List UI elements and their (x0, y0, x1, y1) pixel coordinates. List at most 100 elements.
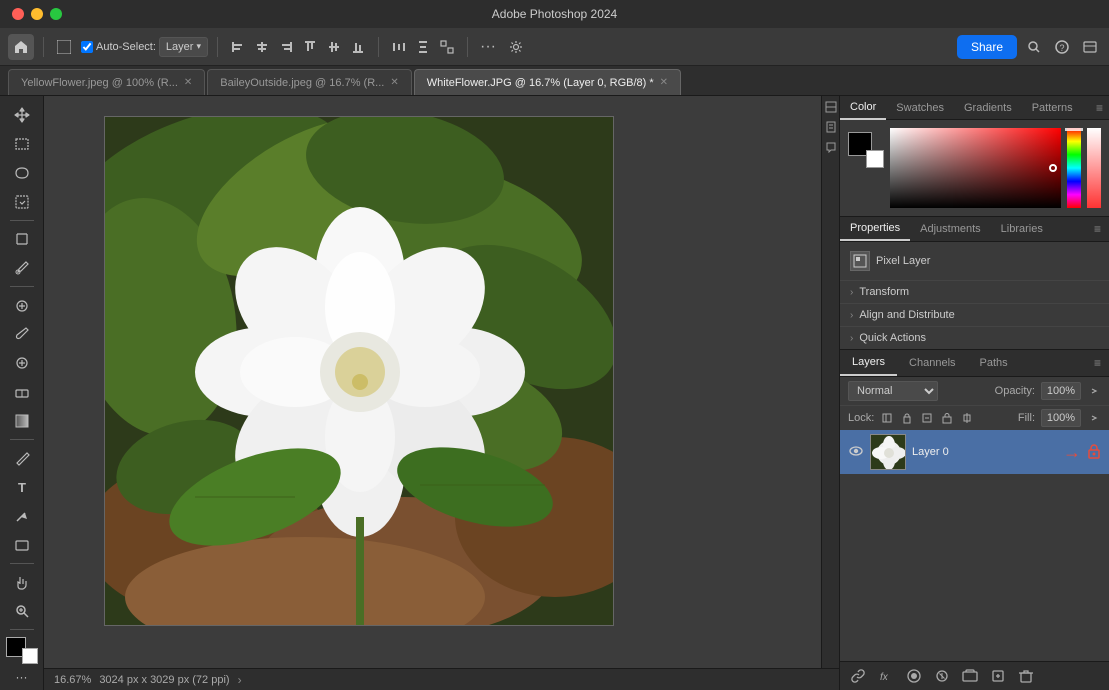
maximize-button[interactable] (50, 8, 62, 20)
fg-bg-color-box[interactable] (6, 637, 38, 664)
tab-yellowflower[interactable]: YellowFlower.jpeg @ 100% (R... ✕ (8, 69, 205, 95)
color-gradient-picker[interactable] (890, 128, 1061, 208)
tab-color[interactable]: Color (840, 96, 886, 120)
background-color[interactable] (22, 648, 38, 664)
layers-menu[interactable]: ≡ (1086, 352, 1109, 374)
group-layers-icon[interactable] (960, 666, 980, 686)
move-tool-icon[interactable] (8, 102, 36, 129)
hue-slider[interactable] (1067, 128, 1081, 208)
dots-more-icon[interactable]: ··· (16, 670, 28, 684)
align-distribute-section[interactable]: › Align and Distribute (840, 303, 1109, 326)
align-top-icon[interactable] (299, 36, 321, 58)
tab-label: YellowFlower.jpeg @ 100% (R... (21, 77, 178, 89)
add-mask-icon[interactable] (904, 666, 924, 686)
link-layers-icon[interactable] (848, 666, 868, 686)
lock-all-icon[interactable] (940, 411, 954, 425)
text-tool-icon[interactable]: T (8, 474, 36, 501)
layer-visibility-icon[interactable] (848, 443, 864, 462)
clone-stamp-tool-icon[interactable] (8, 350, 36, 377)
workspace-icon[interactable] (1079, 36, 1101, 58)
hand-tool-icon[interactable] (8, 569, 36, 596)
canvas-image[interactable] (104, 116, 614, 626)
home-button[interactable] (8, 34, 34, 60)
distribute-v-icon[interactable] (412, 36, 434, 58)
alpha-slider[interactable] (1087, 128, 1101, 208)
distribute-h-icon[interactable] (388, 36, 410, 58)
minimize-button[interactable] (31, 8, 43, 20)
tab-gradients[interactable]: Gradients (954, 97, 1022, 119)
align-center-icon[interactable] (251, 36, 273, 58)
properties-panel-tabs: Properties Adjustments Libraries ≡ (840, 217, 1109, 242)
layers-spacer (840, 474, 1109, 661)
lock-position-icon[interactable] (900, 411, 914, 425)
tab-channels[interactable]: Channels (897, 351, 967, 375)
help-icon[interactable]: ? (1051, 36, 1073, 58)
layer-thumbnail[interactable] (870, 434, 906, 470)
fx-icon[interactable]: fx (876, 666, 896, 686)
transform-section[interactable]: › Transform (840, 280, 1109, 303)
gradient-tool-icon[interactable] (8, 407, 36, 434)
brush-tool-icon[interactable] (8, 321, 36, 348)
align-right-icon[interactable] (275, 36, 297, 58)
lock-extra-icon[interactable] (960, 411, 974, 425)
object-select-tool-icon[interactable] (8, 188, 36, 215)
opacity-stepper-icon[interactable] (1087, 384, 1101, 398)
align-bottom-icon[interactable] (347, 36, 369, 58)
toolbar-right: Share ? (957, 35, 1101, 59)
eyedropper-tool-icon[interactable] (8, 255, 36, 282)
auto-select-checkbox[interactable] (81, 41, 93, 53)
quick-actions-section[interactable]: › Quick Actions (840, 326, 1109, 349)
align-middle-icon[interactable] (323, 36, 345, 58)
pen-tool-icon[interactable] (8, 445, 36, 472)
select-rect-tool-icon[interactable] (8, 131, 36, 158)
arrange-layers-icon[interactable] (824, 100, 838, 114)
settings-icon[interactable] (505, 36, 527, 58)
spot-heal-tool-icon[interactable] (8, 292, 36, 319)
layer-lock-icon[interactable] (1087, 443, 1101, 462)
fill-input[interactable] (1041, 409, 1081, 427)
layer-row[interactable]: Layer 0 → (840, 430, 1109, 474)
tab-properties[interactable]: Properties (840, 217, 910, 241)
tab-whiteflower[interactable]: WhiteFlower.JPG @ 16.7% (Layer 0, RGB/8)… (414, 69, 681, 95)
eraser-tool-icon[interactable] (8, 379, 36, 406)
lock-pixels-icon[interactable] (880, 411, 894, 425)
tab-baileyoutside[interactable]: BaileyOutside.jpeg @ 16.7% (R... ✕ (207, 69, 411, 95)
background-swatch[interactable] (866, 150, 884, 168)
path-select-tool-icon[interactable] (8, 502, 36, 529)
tab-close-icon[interactable]: ✕ (660, 77, 668, 88)
canvas-comment-icon[interactable] (824, 140, 838, 154)
search-icon[interactable] (1023, 36, 1045, 58)
share-button[interactable]: Share (957, 35, 1017, 59)
tab-close-icon[interactable]: ✕ (390, 77, 398, 88)
canvas-area[interactable]: 16.67% 3024 px x 3029 px (72 ppi) › (44, 96, 839, 690)
more-options-icon[interactable]: ··· (477, 36, 499, 58)
shape-tool-icon[interactable] (8, 531, 36, 558)
tab-paths[interactable]: Paths (968, 351, 1020, 375)
color-panel-menu[interactable]: ≡ (1090, 97, 1109, 119)
tab-swatches[interactable]: Swatches (886, 97, 954, 119)
arrange-icon[interactable] (436, 36, 458, 58)
canvas-dimensions-arrow[interactable]: › (238, 673, 242, 687)
new-layer-icon[interactable] (988, 666, 1008, 686)
lasso-tool-icon[interactable] (8, 159, 36, 186)
opacity-input[interactable] (1041, 382, 1081, 400)
crop-tool-icon[interactable] (8, 226, 36, 253)
svg-text:T: T (18, 480, 26, 495)
align-left-icon[interactable] (227, 36, 249, 58)
layer-dropdown[interactable]: Layer ▾ (159, 37, 208, 57)
fill-stepper-icon[interactable] (1087, 411, 1101, 425)
tab-libraries[interactable]: Libraries (991, 218, 1053, 240)
canvas-info-icon[interactable] (824, 120, 838, 134)
tab-adjustments[interactable]: Adjustments (910, 218, 991, 240)
distribute-icons (388, 36, 458, 58)
delete-layer-icon[interactable] (1016, 666, 1036, 686)
tab-patterns[interactable]: Patterns (1022, 97, 1083, 119)
blend-mode-select[interactable]: Normal (848, 381, 938, 401)
tab-layers[interactable]: Layers (840, 350, 897, 376)
adjustment-layer-icon[interactable] (932, 666, 952, 686)
close-button[interactable] (12, 8, 24, 20)
properties-menu[interactable]: ≡ (1086, 218, 1109, 240)
tab-close-icon[interactable]: ✕ (184, 77, 192, 88)
zoom-tool-icon[interactable] (8, 598, 36, 625)
lock-artboard-icon[interactable] (920, 411, 934, 425)
